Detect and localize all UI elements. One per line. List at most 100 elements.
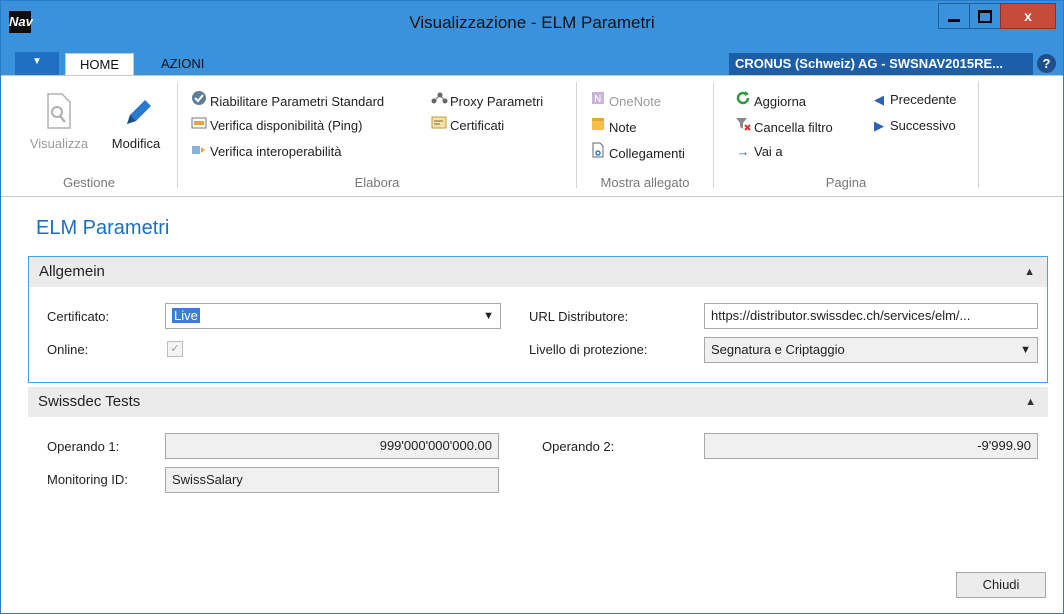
certificate-icon bbox=[430, 116, 448, 136]
vai-a-button[interactable]: → Vai a bbox=[734, 142, 783, 162]
group-label-pagina: Pagina bbox=[825, 175, 867, 190]
aggiorna-label: Aggiorna bbox=[754, 94, 807, 109]
fasttab-header-swissdec[interactable]: Swissdec Tests ▲ bbox=[28, 387, 1048, 417]
minimize-icon bbox=[948, 19, 960, 22]
chevron-up-icon[interactable]: ▲ bbox=[1025, 387, 1036, 417]
clear-filter-icon bbox=[734, 116, 752, 138]
successivo-label: Successivo bbox=[890, 118, 956, 133]
ribbon-tab-bar: ▼ HOME AZIONI CRONUS (Schweiz) AG - SWSN… bbox=[1, 45, 1063, 76]
onenote-label: OneNote bbox=[609, 94, 662, 109]
certificati-label: Certificati bbox=[450, 118, 505, 133]
view-document-icon bbox=[25, 92, 93, 132]
verifica-interoperabilita-label: Verifica interoperabilità bbox=[210, 144, 342, 159]
chevron-down-icon: ▼ bbox=[1020, 344, 1031, 356]
certificato-select[interactable]: Live ▼ bbox=[165, 303, 501, 329]
title-bar: Nav Visualizzazione - ELM Parametri x bbox=[1, 1, 1063, 45]
url-distributore-label: URL Distributore: bbox=[529, 309, 629, 324]
fasttab-title-allgemein: Allgemein bbox=[39, 263, 105, 280]
certificati-button[interactable]: Certificati bbox=[430, 116, 504, 136]
online-checkbox[interactable]: ✓ bbox=[167, 341, 183, 357]
operando1-field[interactable]: 999'000'000'000.00 bbox=[165, 433, 499, 459]
checkmark-icon: ✓ bbox=[170, 343, 180, 355]
tab-home[interactable]: HOME bbox=[65, 53, 134, 76]
cancella-filtro-label: Cancella filtro bbox=[754, 120, 833, 135]
chiudi-button[interactable]: Chiudi bbox=[956, 572, 1046, 598]
operando2-field[interactable]: -9'999.90 bbox=[704, 433, 1038, 459]
precedente-button[interactable]: ◀ Precedente bbox=[870, 90, 957, 110]
window-title: Visualizzazione - ELM Parametri bbox=[409, 13, 655, 32]
next-icon: ▶ bbox=[874, 118, 884, 133]
monitoring-id-label: Monitoring ID: bbox=[47, 472, 128, 487]
page-title: ELM Parametri bbox=[36, 217, 170, 239]
cancella-filtro-button[interactable]: Cancella filtro bbox=[734, 116, 833, 136]
ribbon-separator bbox=[978, 82, 979, 188]
livello-protezione-select[interactable]: Segnatura e Criptaggio ▼ bbox=[704, 337, 1038, 363]
successivo-button[interactable]: ▶ Successivo bbox=[870, 116, 956, 136]
livello-protezione-label: Livello di protezione: bbox=[529, 342, 648, 357]
chevron-down-icon: ▼ bbox=[32, 56, 42, 67]
visualizza-button[interactable]: Visualizza bbox=[25, 92, 93, 151]
collegamenti-button[interactable]: Collegamenti bbox=[589, 142, 685, 162]
onenote-icon: N bbox=[589, 90, 607, 112]
arrow-right-icon: → bbox=[736, 144, 750, 159]
tab-azioni[interactable]: AZIONI bbox=[147, 53, 218, 75]
precedente-label: Precedente bbox=[890, 92, 957, 107]
main-window: Nav Visualizzazione - ELM Parametri x ▼ … bbox=[0, 0, 1064, 614]
fasttab-allgemein: Allgemein ▲ Certificato: Live ▼ Online: … bbox=[28, 256, 1048, 383]
monitoring-id-field[interactable]: SwissSalary bbox=[165, 467, 499, 493]
pencil-icon bbox=[103, 92, 169, 132]
modifica-label: Modifica bbox=[111, 136, 161, 151]
online-label: Online: bbox=[47, 342, 89, 357]
modifica-button[interactable]: Modifica bbox=[103, 92, 169, 151]
fasttab-title-swissdec: Swissdec Tests bbox=[38, 393, 141, 410]
note-label: Note bbox=[609, 120, 637, 135]
close-button[interactable]: x bbox=[1000, 3, 1056, 29]
certificato-value: Live bbox=[172, 308, 200, 323]
group-gestione: Visualizza Modifica Gestione bbox=[1, 76, 177, 194]
group-pagina: Aggiorna Cancella filtro → Vai a ◀ Precede… bbox=[714, 76, 978, 194]
chevron-down-icon: ▼ bbox=[483, 310, 494, 322]
verifica-ping-button[interactable]: Verifica disponibilità (Ping) bbox=[190, 116, 362, 136]
note-icon bbox=[589, 116, 607, 138]
operando2-label: Operando 2: bbox=[542, 439, 615, 454]
verifica-interoperabilita-button[interactable]: Verifica interoperabilità bbox=[190, 142, 342, 162]
visualizza-label: Visualizza bbox=[29, 136, 89, 151]
fasttab-header-allgemein[interactable]: Allgemein ▲ bbox=[29, 257, 1047, 287]
close-icon: x bbox=[1024, 8, 1032, 24]
company-selector[interactable]: CRONUS (Schweiz) AG - SWSNAV2015RE... bbox=[729, 53, 1033, 75]
note-button[interactable]: Note bbox=[589, 116, 636, 136]
app-menu-button[interactable]: ▼ bbox=[15, 52, 59, 75]
link-icon bbox=[589, 142, 607, 164]
refresh-icon bbox=[734, 90, 752, 112]
chevron-up-icon[interactable]: ▲ bbox=[1024, 257, 1035, 287]
group-mostra-allegato: N OneNote Note Collegamenti Mostra allega… bbox=[577, 76, 713, 194]
maximize-button[interactable] bbox=[969, 3, 1001, 29]
onenote-button[interactable]: N OneNote bbox=[589, 90, 661, 110]
interop-icon bbox=[190, 142, 208, 162]
aggiorna-button[interactable]: Aggiorna bbox=[734, 90, 806, 110]
minimize-button[interactable] bbox=[938, 3, 970, 29]
ping-icon bbox=[190, 116, 208, 136]
riabilitare-button[interactable]: Riabilitare Parametri Standard bbox=[190, 90, 384, 110]
group-label-elabora: Elabora bbox=[354, 175, 400, 190]
riabilitare-label: Riabilitare Parametri Standard bbox=[210, 94, 385, 109]
previous-icon: ◀ bbox=[874, 92, 884, 107]
url-distributore-field[interactable]: https://distributor.swissdec.ch/services… bbox=[704, 303, 1038, 329]
ribbon: Visualizza Modifica Gestione Riabilitare… bbox=[1, 75, 1063, 197]
certificato-label: Certificato: bbox=[47, 309, 110, 324]
maximize-icon bbox=[978, 10, 992, 23]
vai-a-label: Vai a bbox=[754, 144, 783, 159]
group-label-gestione: Gestione bbox=[62, 175, 116, 190]
group-elabora: Riabilitare Parametri Standard Verifica … bbox=[178, 76, 576, 194]
network-icon bbox=[430, 90, 448, 112]
livello-protezione-value: Segnatura e Criptaggio bbox=[711, 342, 845, 357]
proxy-parametri-label: Proxy Parametri bbox=[450, 94, 544, 109]
fasttab-swissdec-tests: Swissdec Tests ▲ Operando 1: 999'000'000… bbox=[28, 387, 1048, 507]
proxy-parametri-button[interactable]: Proxy Parametri bbox=[430, 90, 543, 110]
check-refresh-icon bbox=[190, 90, 208, 112]
svg-text:N: N bbox=[594, 94, 601, 105]
help-icon[interactable]: ? bbox=[1037, 54, 1056, 73]
verifica-ping-label: Verifica disponibilità (Ping) bbox=[210, 118, 363, 133]
collegamenti-label: Collegamenti bbox=[609, 146, 685, 161]
operando1-label: Operando 1: bbox=[47, 439, 120, 454]
